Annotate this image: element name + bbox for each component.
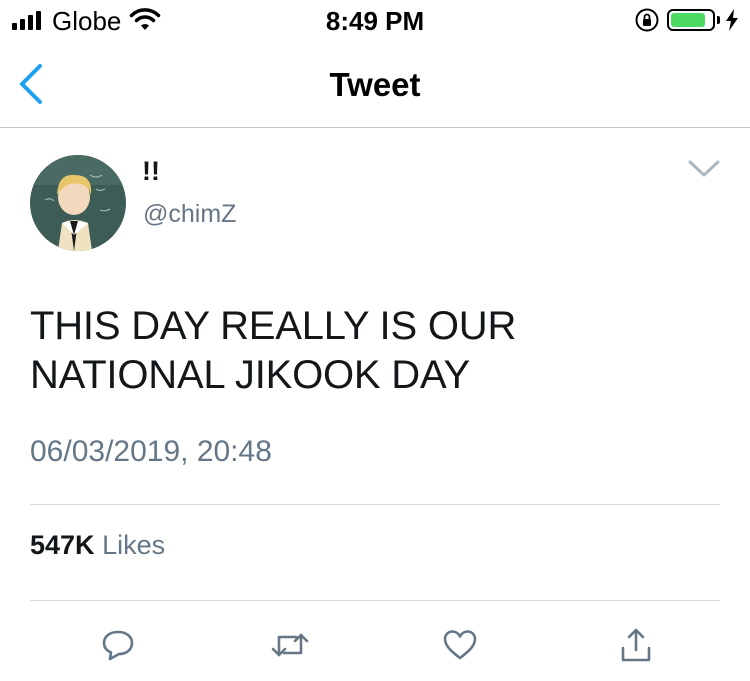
avatar[interactable] (30, 155, 126, 251)
share-icon (621, 628, 651, 662)
status-bar: Globe 8:49 PM (0, 0, 750, 40)
battery-icon (667, 9, 715, 31)
avatar-image (30, 155, 126, 251)
navigation-bar: Tweet (0, 40, 750, 128)
battery-tip (717, 16, 720, 24)
like-button[interactable] (438, 625, 482, 665)
chevron-down-icon (688, 160, 720, 177)
likes-stat[interactable]: 547K Likes (30, 530, 165, 561)
divider (30, 504, 720, 505)
comment-icon (102, 630, 134, 661)
retweet-icon (271, 633, 309, 657)
more-options-button[interactable] (686, 156, 722, 182)
reply-button[interactable] (96, 625, 140, 665)
page-title: Tweet (329, 66, 421, 103)
user-handle[interactable]: @chimZ (143, 200, 236, 229)
divider (30, 600, 720, 601)
charging-bolt-icon (726, 9, 738, 31)
share-button[interactable] (614, 625, 658, 665)
retweet-button[interactable] (268, 625, 312, 665)
likes-label: Likes (102, 530, 166, 560)
heart-icon (443, 630, 477, 660)
tweet-text: THIS DAY REALLY IS OUR NATIONAL JIKOOK D… (30, 304, 517, 397)
battery-level (671, 13, 705, 27)
rotation-lock-icon (635, 8, 659, 32)
display-name[interactable]: !! (142, 156, 160, 187)
likes-count: 547K (30, 530, 95, 560)
tweet-timestamp: 06/03/2019, 20:48 (30, 435, 272, 468)
